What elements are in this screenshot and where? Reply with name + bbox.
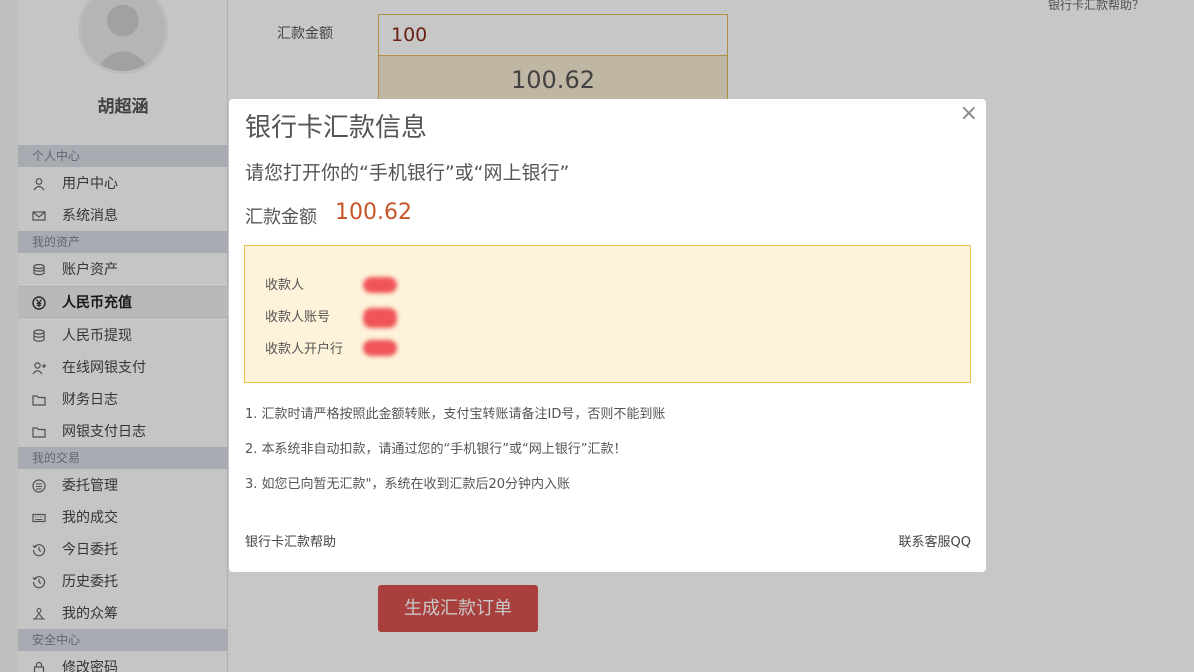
note-3: 3. 如您已向暂无汇款"，系统在收到汇款后20分钟内入账	[245, 477, 571, 492]
note-1: 1. 汇款时请严格按照此金额转账，支付宝转账请备注ID号，否则不能到账	[245, 407, 666, 422]
modal-help-link[interactable]: 银行卡汇款帮助	[245, 531, 336, 550]
modal-amount-value: 100.62	[335, 200, 412, 225]
modal-subtitle: 请您打开你的“手机银行”或“网上银行”	[245, 162, 570, 184]
modal-amount-label: 汇款金额	[245, 207, 317, 228]
payee-label: 收款人	[265, 278, 305, 293]
payee-bank-label: 收款人开户行	[265, 342, 344, 357]
note-2: 2. 本系统非自动扣款，请通过您的“手机银行”或“网上银行”汇款！	[245, 442, 627, 457]
payee-info-box: 收款人 收款人账号 收款人开户行	[244, 245, 971, 383]
payee-value-redacted	[363, 277, 397, 293]
modal-title: 银行卡汇款信息	[245, 113, 428, 143]
close-icon[interactable]: ×	[960, 101, 978, 126]
payee-account-value-redacted	[363, 308, 397, 328]
payee-account-label: 收款人账号	[265, 310, 331, 325]
bank-transfer-modal: × 银行卡汇款信息 请您打开你的“手机银行”或“网上银行” 汇款金额 100.6…	[229, 99, 986, 572]
payee-bank-value-redacted	[363, 340, 397, 356]
contact-qq-link[interactable]: 联系客服QQ	[899, 531, 971, 550]
